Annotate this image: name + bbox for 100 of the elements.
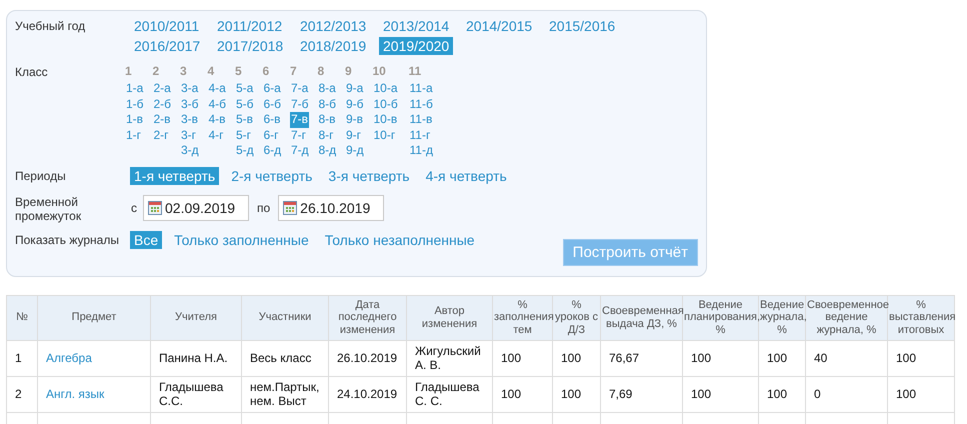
class-option[interactable]: 6-в <box>262 112 282 128</box>
class-option[interactable]: 11-в <box>408 112 434 128</box>
table-cell: 100 <box>492 376 552 412</box>
year-option[interactable]: 2014/2015 <box>462 17 536 35</box>
class-option[interactable]: 6-б <box>262 96 282 112</box>
period-option[interactable]: 2-я четверть <box>227 166 316 184</box>
class-option[interactable]: 10-б <box>372 96 399 112</box>
class-option[interactable]: 11-д <box>408 143 434 158</box>
grade-heading: 10 <box>372 63 386 79</box>
class-option[interactable]: 7-а <box>290 81 310 96</box>
class-option[interactable]: 10-в <box>372 112 398 128</box>
class-option[interactable]: 11-а <box>408 81 434 96</box>
year-option[interactable]: 2019/2020 <box>379 37 454 55</box>
class-option[interactable]: 1-б <box>125 96 145 112</box>
table-cell: нем.Партык, нем. Выст <box>242 376 328 412</box>
class-option[interactable]: 5-в <box>235 112 254 128</box>
column-header: Ведение планирования, % <box>682 295 758 340</box>
class-option[interactable]: 2-г <box>152 128 170 143</box>
class-option[interactable]: 9-д <box>345 143 365 158</box>
column-header: Предмет <box>38 295 150 340</box>
class-option[interactable]: 5-а <box>235 81 254 96</box>
class-option[interactable]: 8-б <box>318 96 338 112</box>
grade-heading: 2 <box>152 63 160 79</box>
class-option[interactable]: 3-а <box>180 81 200 96</box>
table-cell: 0 <box>806 376 888 412</box>
subject-link[interactable]: Алгебра <box>38 340 150 376</box>
table-cell: Панина Н.А. <box>150 340 242 376</box>
year-option[interactable]: 2018/2019 <box>296 37 370 55</box>
table-cell: 76,67 <box>600 340 682 376</box>
column-header: % заполнения тем <box>492 295 552 340</box>
class-option[interactable]: 8-д <box>318 143 338 158</box>
class-option[interactable]: 4-а <box>208 81 227 96</box>
class-option[interactable]: 8-а <box>318 81 337 96</box>
class-option[interactable]: 7-б <box>290 96 310 112</box>
table-cell: Гладышева С. С. <box>406 376 492 412</box>
year-option[interactable]: 2012/2013 <box>296 17 370 35</box>
column-header: Своевременное ведение журнала, % <box>806 295 888 340</box>
column-header: Своевременная выдача ДЗ, % <box>600 295 682 340</box>
class-option[interactable]: 4-в <box>208 112 227 128</box>
class-option[interactable]: 3-д <box>180 143 200 158</box>
table-cell: 100 <box>552 340 600 376</box>
year-option[interactable]: 2010/2011 <box>130 17 204 35</box>
grade-heading: 7 <box>290 63 297 79</box>
class-option[interactable]: 5-г <box>235 128 252 143</box>
class-option[interactable]: 11-б <box>408 96 434 112</box>
journal-filter-option[interactable]: Все <box>130 230 162 248</box>
table-cell: 100 <box>758 376 806 412</box>
period-option[interactable]: 1-я четверть <box>130 166 220 184</box>
column-header: № <box>6 295 38 340</box>
year-option[interactable]: 2015/2016 <box>545 17 620 35</box>
year-option[interactable]: 2017/2018 <box>213 37 288 55</box>
table-cell: 100 <box>888 376 954 412</box>
field-label: Показать журналы <box>15 232 120 246</box>
class-option[interactable]: 7-д <box>290 143 310 158</box>
class-option[interactable]: 9-а <box>345 81 364 96</box>
journal-filter-option[interactable]: Только незаполненные <box>320 230 479 248</box>
class-option[interactable]: 11-г <box>408 128 432 143</box>
subject-link[interactable]: Англ. язык <box>38 376 150 412</box>
class-option[interactable]: 2-а <box>152 81 172 96</box>
class-option[interactable]: 9-в <box>345 112 364 128</box>
class-option[interactable]: 4-г <box>208 128 225 143</box>
calendar-icon[interactable] <box>283 200 298 214</box>
class-option[interactable]: 4-б <box>208 96 228 112</box>
table-cell: 40 <box>806 340 888 376</box>
class-option[interactable]: 6-а <box>262 81 282 96</box>
grade-heading: 9 <box>345 63 352 79</box>
class-option[interactable]: 3-в <box>180 112 200 128</box>
class-option[interactable]: 2-б <box>152 96 172 112</box>
journal-filter-option[interactable]: Только заполненные <box>170 230 313 248</box>
class-option[interactable]: 6-д <box>262 143 282 158</box>
class-option[interactable]: 3-б <box>180 96 200 112</box>
class-option[interactable]: 3-г <box>180 128 198 143</box>
class-option[interactable]: 1-в <box>125 112 144 128</box>
class-option[interactable]: 10-г <box>372 128 396 143</box>
class-option[interactable]: 1-г <box>125 128 142 143</box>
calendar-icon[interactable] <box>148 200 162 214</box>
class-option[interactable]: 9-г <box>345 128 362 143</box>
class-option[interactable]: 6-г <box>262 128 280 143</box>
column-header: Участники <box>242 295 328 340</box>
date-field[interactable]: 02.09.2019 <box>143 194 249 220</box>
class-option[interactable]: 1-а <box>125 81 144 96</box>
class-option[interactable]: 10-а <box>372 81 399 96</box>
class-option[interactable]: 7-г <box>290 128 308 143</box>
class-option[interactable]: 9-б <box>345 96 365 112</box>
class-option[interactable]: 7-в <box>290 112 310 128</box>
date-field[interactable]: 26.10.2019 <box>278 194 384 220</box>
class-option[interactable]: 8-г <box>318 128 335 143</box>
grade-heading: 1 <box>125 63 132 79</box>
table-cell: 24.10.2019 <box>328 376 406 412</box>
period-option[interactable]: 4-я четверть <box>422 166 511 184</box>
class-option[interactable]: 5-д <box>235 143 255 158</box>
year-option[interactable]: 2016/2017 <box>130 37 204 55</box>
class-option[interactable]: 5-б <box>235 96 255 112</box>
year-option[interactable]: 2013/2014 <box>379 17 454 35</box>
year-option[interactable]: 2011/2012 <box>213 17 286 35</box>
class-option[interactable]: 2-в <box>152 112 172 128</box>
period-option[interactable]: 3-я четверть <box>324 166 414 184</box>
class-option[interactable]: 8-в <box>318 112 337 128</box>
build-report-button[interactable]: Построить отчёт <box>562 238 698 266</box>
grade-heading: 4 <box>208 63 214 79</box>
